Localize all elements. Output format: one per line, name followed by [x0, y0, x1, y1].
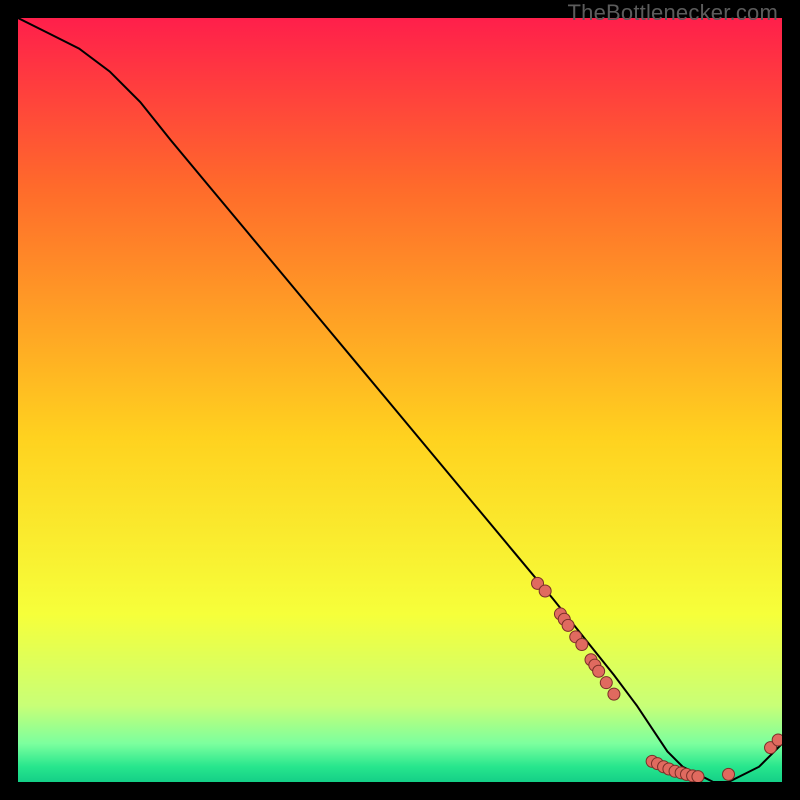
data-marker	[772, 734, 782, 746]
data-marker	[539, 585, 551, 597]
data-marker	[600, 677, 612, 689]
watermark-text: TheBottlenecker.com	[568, 0, 778, 26]
data-marker	[562, 619, 574, 631]
chart-area	[18, 18, 782, 782]
data-marker	[576, 638, 588, 650]
bottleneck-chart	[18, 18, 782, 782]
data-marker	[723, 768, 735, 780]
data-marker	[593, 665, 605, 677]
chart-background	[18, 18, 782, 782]
data-marker	[692, 771, 704, 782]
data-marker	[608, 688, 620, 700]
